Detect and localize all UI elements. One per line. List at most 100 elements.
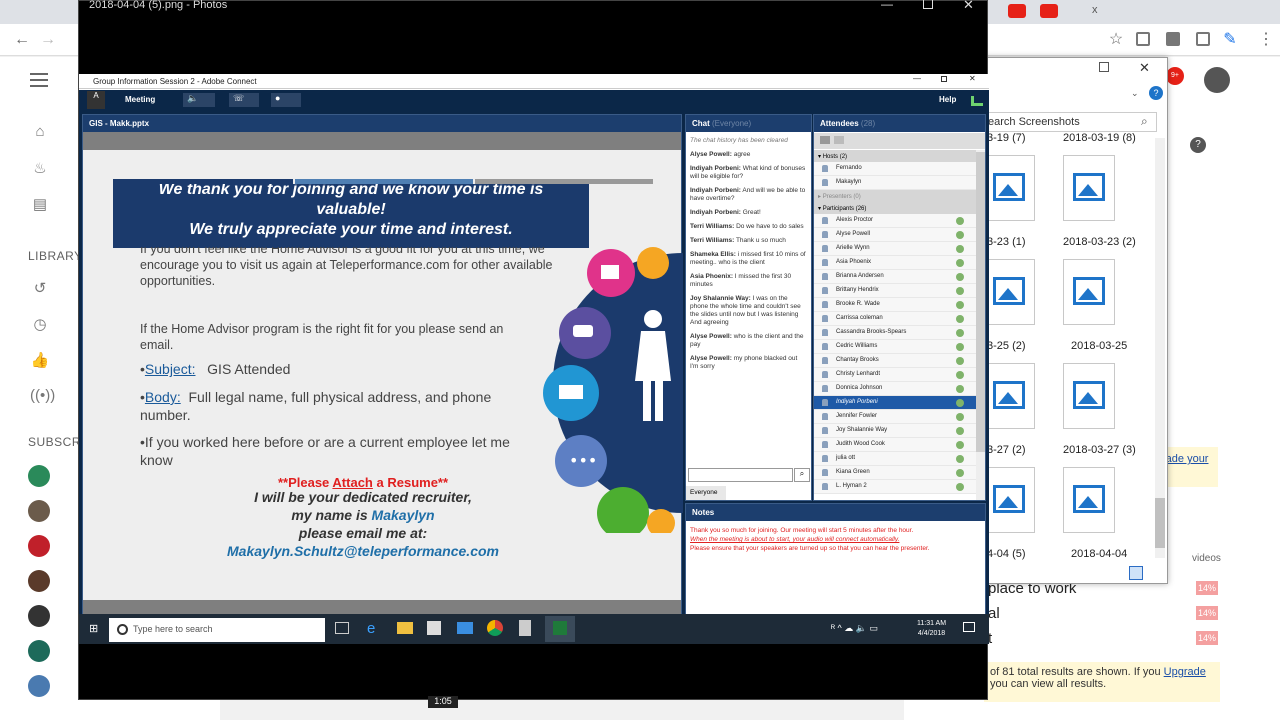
- chevron-down-icon[interactable]: ⌄: [1131, 88, 1139, 99]
- file-caption[interactable]: 2018-03-27 (3): [1063, 444, 1136, 456]
- image-file-icon[interactable]: [1059, 363, 1119, 433]
- edge-icon[interactable]: e: [367, 620, 375, 637]
- attendee-name: Brianna Andersen: [836, 273, 884, 279]
- scrollbar[interactable]: [976, 150, 985, 500]
- chrome-icon[interactable]: [487, 620, 503, 636]
- chat-tab-everyone[interactable]: Everyone: [686, 486, 726, 500]
- attendee-row[interactable]: Arielle Wynn: [814, 242, 976, 256]
- tab-close-icon[interactable]: x: [1092, 4, 1098, 16]
- attendee-row[interactable]: Indiyah Porbeni: [814, 396, 976, 410]
- taskbar-search-input[interactable]: Type here to search: [109, 618, 325, 642]
- menu-help[interactable]: Help: [939, 95, 956, 104]
- youtube-tab-icon[interactable]: [1008, 4, 1026, 18]
- menu-meeting[interactable]: Meeting: [125, 95, 155, 104]
- bookmark-star-icon[interactable]: ☆: [1106, 30, 1126, 50]
- attendee-row[interactable]: Christy Lenhardt: [814, 368, 976, 382]
- close-icon[interactable]: ✕: [1139, 60, 1150, 76]
- menu-dots-icon[interactable]: ⋮: [1256, 30, 1276, 50]
- tray-icons[interactable]: ᴿ ^ ☁ 🔈 ▭: [831, 623, 878, 634]
- close-icon[interactable]: ✕: [963, 0, 974, 13]
- avatar[interactable]: [28, 535, 50, 557]
- attendee-row[interactable]: Carrissa coleman: [814, 312, 976, 326]
- active-app-icon[interactable]: [545, 616, 575, 642]
- attendee-row[interactable]: Joy Shalannie Way: [814, 424, 976, 438]
- upgrade-link[interactable]: rade your: [1162, 453, 1208, 465]
- file-caption[interactable]: 2018-03-23 (2): [1063, 236, 1136, 248]
- notification-icon[interactable]: [963, 622, 975, 632]
- maximize-icon[interactable]: [1099, 62, 1109, 72]
- image-file-icon[interactable]: [1059, 259, 1119, 329]
- avatar[interactable]: [28, 675, 50, 697]
- windows-start-icon[interactable]: ⊞: [89, 623, 101, 635]
- clock[interactable]: 11:31 AM 4/4/2018: [917, 619, 946, 639]
- attendee-row[interactable]: Kiana Green: [814, 466, 976, 480]
- hamburger-menu-icon[interactable]: [30, 73, 48, 87]
- extension-icon[interactable]: [1136, 32, 1150, 46]
- close-icon[interactable]: ✕: [969, 74, 976, 83]
- extension-icon[interactable]: ✎: [1220, 30, 1240, 50]
- file-caption[interactable]: 3-23 (1): [987, 236, 1026, 248]
- avatar[interactable]: [28, 465, 50, 487]
- list-item[interactable]: al: [988, 605, 1000, 622]
- hosts-group[interactable]: ▾ Hosts (2): [814, 150, 976, 162]
- search-input[interactable]: earch Screenshots: [985, 112, 1157, 132]
- account-avatar[interactable]: [1204, 67, 1230, 93]
- image-file-icon[interactable]: [1059, 155, 1119, 225]
- camera-icon[interactable]: ●: [271, 93, 301, 107]
- presenters-group[interactable]: ▸ Presenters (0): [814, 190, 976, 202]
- attendee-row[interactable]: Jennifer Fowler: [814, 410, 976, 424]
- file-caption[interactable]: 4-04 (5): [987, 548, 1026, 560]
- back-icon[interactable]: ←: [12, 30, 32, 50]
- attendee-row[interactable]: Chantay Brooks: [814, 354, 976, 368]
- attendee-row[interactable]: L. Hyman 2: [814, 480, 976, 494]
- view-icon[interactable]: [820, 136, 830, 144]
- task-view-icon[interactable]: [335, 622, 349, 634]
- avatar[interactable]: [28, 570, 50, 592]
- attendee-row[interactable]: Asia Phoenix: [814, 256, 976, 270]
- attendee-row[interactable]: Cedric Williams: [814, 340, 976, 354]
- attendee-row[interactable]: Makaylyn: [814, 176, 976, 190]
- minimize-icon[interactable]: —: [913, 74, 921, 83]
- file-caption[interactable]: 3-27 (2): [987, 444, 1026, 456]
- youtube-tab-icon[interactable]: [1040, 4, 1058, 18]
- phone-icon[interactable]: ☏: [229, 93, 259, 107]
- avatar[interactable]: [28, 605, 50, 627]
- maximize-icon[interactable]: [941, 76, 947, 82]
- avatar[interactable]: [28, 500, 50, 522]
- file-caption[interactable]: 3-25 (2): [987, 340, 1026, 352]
- minimize-icon[interactable]: —: [881, 0, 893, 11]
- attendee-row[interactable]: Donnica Johnson: [814, 382, 976, 396]
- view-toggle-icon[interactable]: [1129, 566, 1143, 580]
- maximize-icon[interactable]: [923, 0, 933, 9]
- view-icon[interactable]: [834, 136, 844, 144]
- scrollbar[interactable]: [1155, 138, 1165, 558]
- participants-group[interactable]: ▾ Participants (26): [814, 202, 976, 214]
- attendee-row[interactable]: Brianna Andersen: [814, 270, 976, 284]
- send-icon[interactable]: ⌕: [794, 468, 810, 482]
- avatar[interactable]: [28, 640, 50, 662]
- notification-badge[interactable]: 9+: [1166, 67, 1184, 85]
- file-caption[interactable]: 2018-03-25: [1071, 340, 1127, 352]
- attendee-row[interactable]: Fernando: [814, 162, 976, 176]
- extension-icon[interactable]: [1166, 32, 1180, 46]
- attendee-row[interactable]: Alexis Proctor: [814, 214, 976, 228]
- attendee-row[interactable]: julia ott: [814, 452, 976, 466]
- help-icon[interactable]: ?: [1149, 86, 1163, 100]
- attendee-row[interactable]: Alyse Powell: [814, 228, 976, 242]
- calculator-icon[interactable]: [519, 620, 531, 636]
- extension-icon[interactable]: [1196, 32, 1210, 46]
- forward-icon[interactable]: →: [38, 30, 58, 50]
- attendee-row[interactable]: Brittany Hendrix: [814, 284, 976, 298]
- store-icon[interactable]: [427, 621, 441, 635]
- file-explorer-icon[interactable]: [397, 622, 413, 634]
- speaker-icon[interactable]: 🔈: [183, 93, 215, 107]
- file-caption[interactable]: 2018-04-04: [1071, 548, 1127, 560]
- help-icon[interactable]: ?: [1190, 137, 1206, 153]
- mail-icon[interactable]: [457, 622, 473, 634]
- image-file-icon[interactable]: [1059, 467, 1119, 537]
- chat-input[interactable]: [688, 468, 793, 482]
- upgrade-link[interactable]: Upgrade: [1164, 666, 1206, 678]
- attendee-row[interactable]: Brooke R. Wade: [814, 298, 976, 312]
- attendee-row[interactable]: Judith Wood Cook: [814, 438, 976, 452]
- attendee-row[interactable]: Cassandra Brooks-Spears: [814, 326, 976, 340]
